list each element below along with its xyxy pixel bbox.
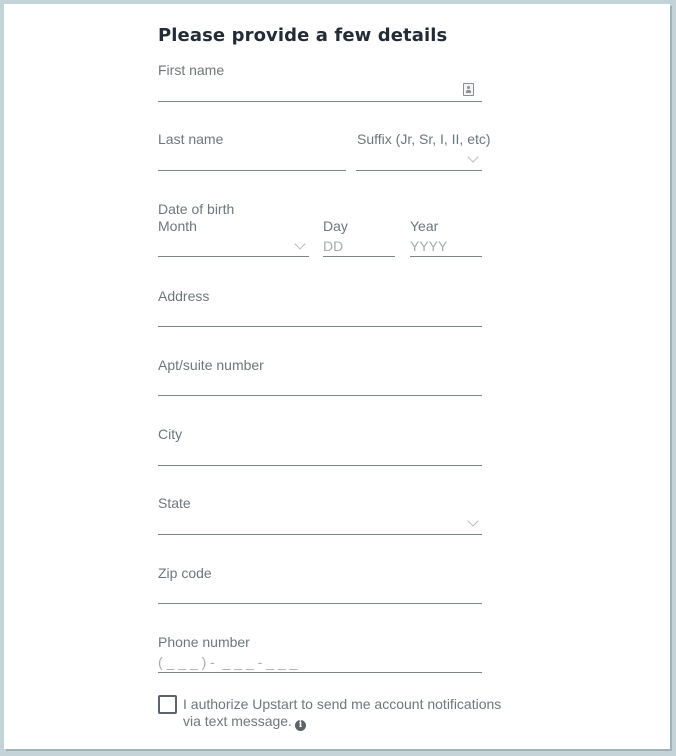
suffix-select[interactable] [356, 148, 482, 170]
last-name-input[interactable] [158, 149, 346, 169]
zip-input[interactable] [158, 582, 482, 602]
address-input[interactable] [158, 305, 482, 325]
apt-underline [158, 395, 482, 396]
first-name-input[interactable] [158, 80, 458, 100]
suffix-underline [356, 170, 482, 171]
state-label: State [158, 495, 191, 511]
phone-underline [158, 672, 482, 673]
contact-card-icon[interactable] [463, 83, 474, 96]
last-name-label: Last name [158, 131, 224, 147]
sms-consent-checkbox[interactable] [158, 695, 177, 714]
zip-label: Zip code [158, 565, 212, 581]
address-underline [158, 326, 482, 327]
chevron-down-icon [467, 515, 479, 527]
first-name-underline [158, 101, 482, 102]
year-label: Year [410, 218, 439, 234]
last-name-underline [158, 170, 346, 171]
apt-input[interactable] [158, 374, 482, 394]
month-underline [158, 256, 309, 257]
sms-consent-label: I authorize Upstart to send me account n… [183, 696, 502, 729]
chevron-down-icon [467, 151, 479, 163]
address-label: Address [158, 288, 210, 304]
month-label: Month [158, 218, 197, 234]
year-underline [410, 256, 482, 257]
apt-label: Apt/suite number [158, 357, 264, 373]
year-input[interactable] [410, 236, 482, 256]
state-select[interactable] [158, 512, 482, 534]
city-label: City [158, 426, 183, 442]
day-label: Day [323, 218, 348, 234]
first-name-label: First name [158, 62, 225, 78]
phone-input[interactable] [158, 652, 482, 672]
day-underline [323, 256, 395, 257]
day-input[interactable] [323, 236, 395, 256]
zip-underline [158, 603, 482, 604]
phone-label: Phone number [158, 634, 250, 650]
page-title: Please provide a few details [158, 25, 448, 46]
info-icon[interactable]: i [294, 720, 306, 731]
dob-label: Date of birth [158, 201, 235, 217]
city-input[interactable] [158, 444, 482, 464]
month-select[interactable] [158, 235, 309, 257]
state-underline [158, 534, 482, 535]
suffix-label: Suffix (Jr, Sr, I, II, etc) [357, 131, 491, 147]
city-underline [158, 465, 482, 466]
sms-consent-text: I authorize Upstart to send me account n… [183, 696, 503, 731]
chevron-down-icon [294, 238, 306, 250]
